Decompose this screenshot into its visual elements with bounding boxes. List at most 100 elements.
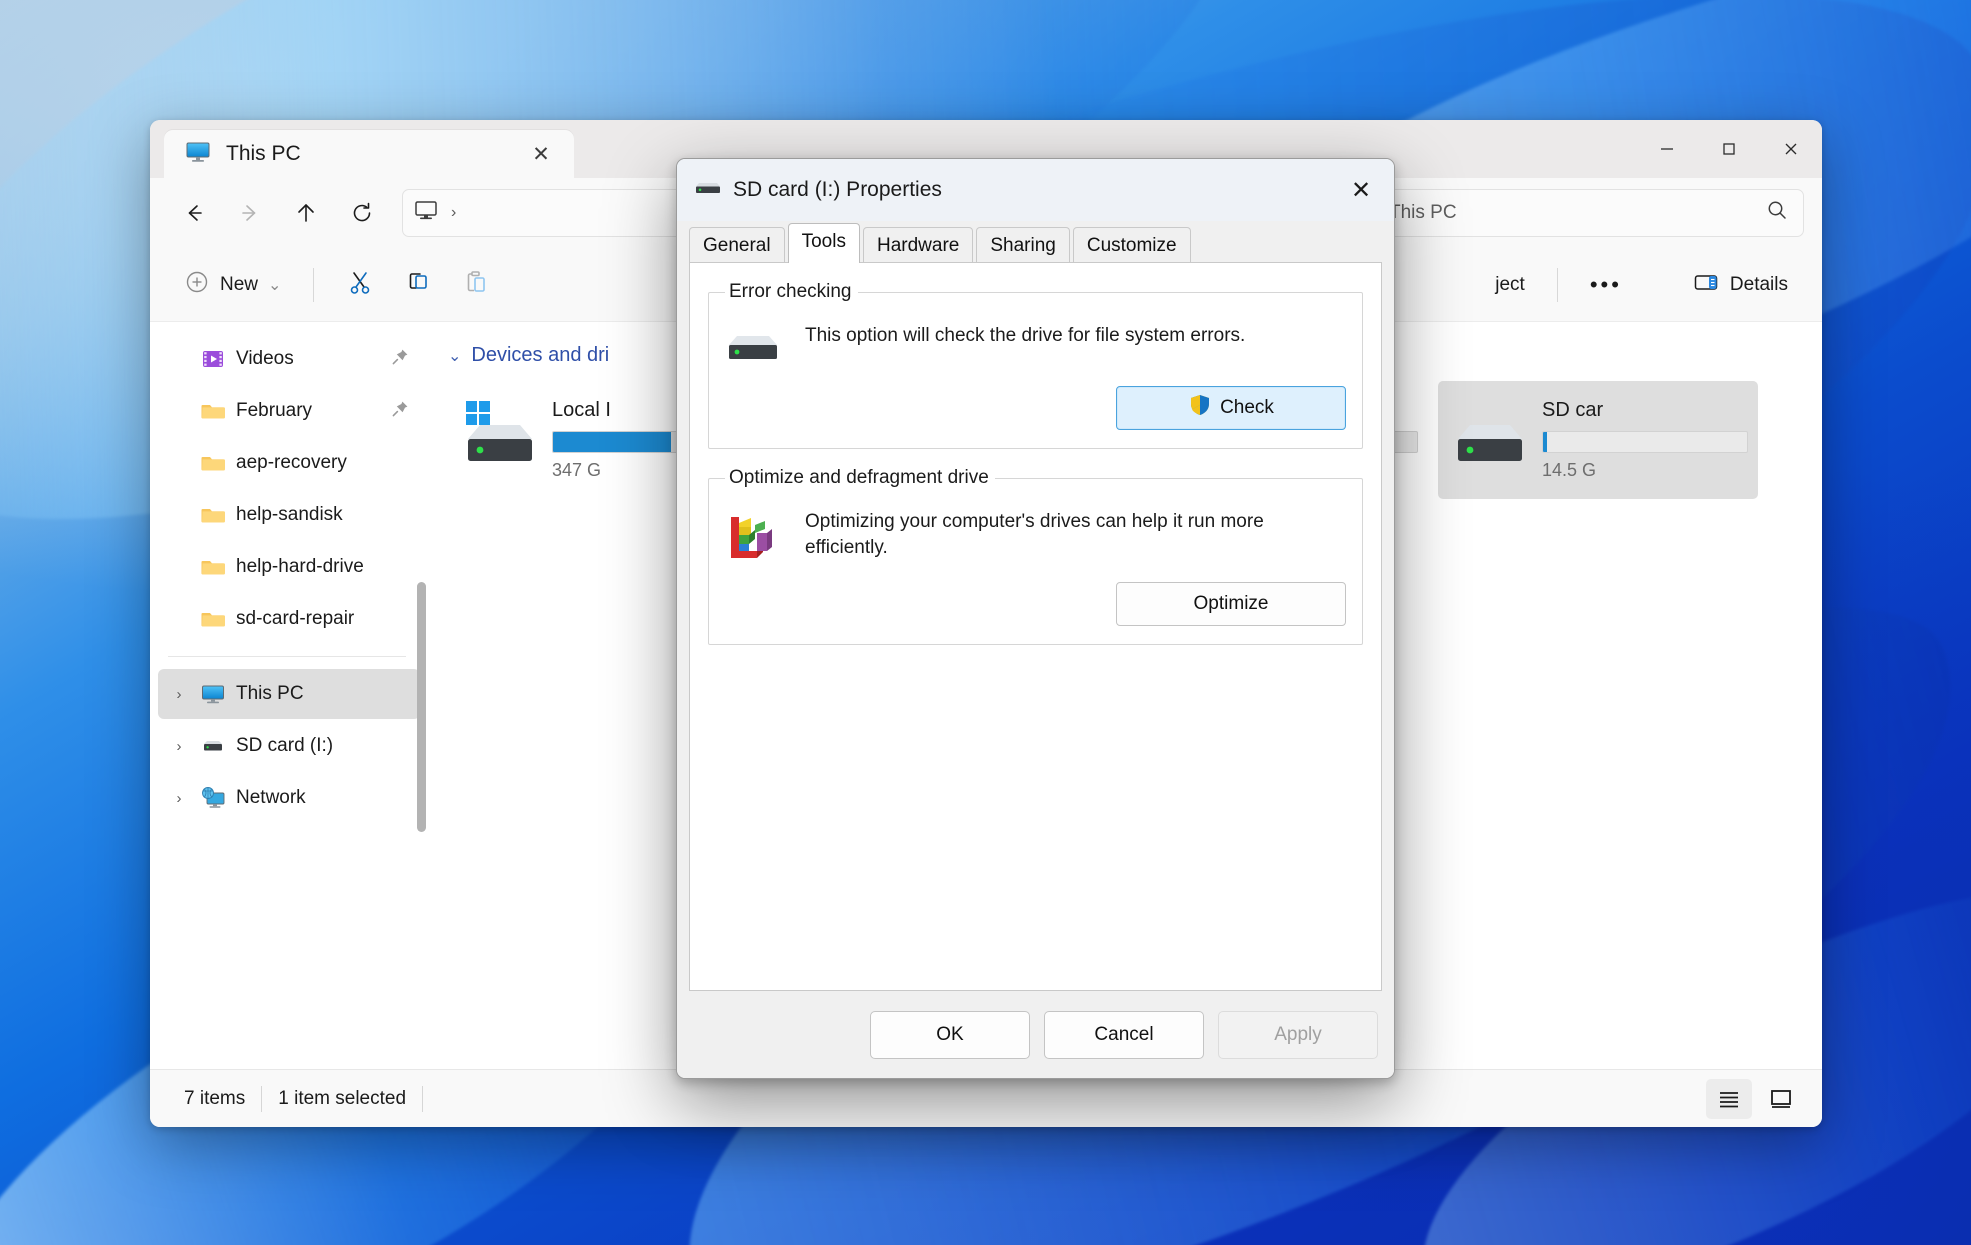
tab-close-button[interactable]: ✕ [524,137,558,171]
list-view-button[interactable] [1706,1078,1752,1119]
sidebar-item-label: Videos [236,348,294,369]
tab-strip: This PC ✕ [150,120,574,178]
sidebar-item-label: help-hard-drive [236,556,364,577]
sidebar-item-network[interactable]: › Network [158,773,420,823]
ok-button[interactable]: OK [870,1011,1030,1059]
drive-tile-text: SD car 14.5 G [1542,399,1748,481]
back-button[interactable] [168,187,220,239]
paste-button[interactable] [450,259,502,311]
minimize-button[interactable] [1636,120,1698,178]
drive-name: SD car [1542,399,1604,421]
sidebar-item-label: SD card (I:) [236,735,334,756]
drive-icon [200,733,226,759]
videos-icon [200,346,226,372]
ellipsis-icon: ••• [1589,271,1622,297]
tools-tab-panel: Error checking This option will check th… [689,262,1382,991]
maximize-button[interactable] [1698,120,1760,178]
breadcrumb-this-pc-icon [413,197,439,229]
drive-properties-dialog: SD card (I:) Properties ✕ General Tools … [676,158,1395,1079]
search-input[interactable]: This PC [1374,189,1804,237]
sidebar-item-sd-card[interactable]: › SD card (I:) [158,721,420,771]
sidebar-item-february[interactable]: February [158,386,420,436]
view-details-button[interactable]: Details [1680,259,1800,311]
tiles-view-button[interactable] [1758,1079,1804,1119]
sidebar-item-videos[interactable]: Videos [158,334,420,384]
optimize-group: Optimize and defragment drive Optimizing… [708,467,1363,645]
breadcrumb-chevron-icon: › [451,204,457,221]
tab-this-pc[interactable]: This PC ✕ [164,130,574,178]
status-divider [422,1085,424,1112]
drive-free-space: 14.5 G [1542,460,1597,480]
chevron-down-icon: ⌄ [268,276,282,294]
refresh-button[interactable] [336,187,388,239]
this-pc-monitor-icon [200,681,226,707]
search-icon[interactable] [1765,198,1789,228]
tab-sharing[interactable]: Sharing [976,227,1070,265]
folder-icon [200,398,226,424]
sidebar-item-label: help-sandisk [236,504,343,525]
check-button[interactable]: Check [1116,386,1346,430]
sidebar-item-label: This PC [236,683,304,704]
up-button[interactable] [280,187,332,239]
folder-icon [200,606,226,632]
tab-customize[interactable]: Customize [1072,227,1191,265]
tab-hardware[interactable]: Hardware [862,227,974,265]
pin-icon[interactable] [390,399,410,424]
cancel-button[interactable]: Cancel [1044,1011,1204,1059]
apply-button[interactable]: Apply [1218,1011,1378,1059]
chevron-down-icon: ⌄ [448,347,462,365]
sidebar-divider [168,656,406,657]
drive-tile-sd-card[interactable]: SD car 14.5 G [1438,381,1758,499]
error-checking-description: This option will check the drive for fil… [805,325,1246,346]
toolbar-divider [1556,267,1558,302]
optimize-button-label: Optimize [1193,593,1269,614]
drive-icon [1448,399,1526,482]
forward-button[interactable] [224,187,276,239]
eject-button-label: ject [1495,273,1525,295]
drive-usage-bar [1542,431,1748,453]
cut-button[interactable] [334,259,386,311]
drive-icon [695,180,721,201]
defrag-blocks-icon [725,503,787,566]
scissors-icon [346,268,374,302]
sidebar-item-label: February [236,400,313,421]
sidebar-item-help-sandisk[interactable]: help-sandisk [158,490,420,540]
error-checking-group: Error checking This option will check th… [708,281,1363,449]
dialog-close-button[interactable]: ✕ [1336,168,1386,212]
tab-tools[interactable]: Tools [787,223,860,263]
toolbar-divider [313,267,315,302]
pin-icon[interactable] [390,347,410,372]
group-label: Devices and dri [471,344,610,366]
sidebar-chevron[interactable]: › [168,686,190,703]
plus-circle-icon [184,269,210,301]
dialog-tabs: General Tools Hardware Sharing Customize [677,221,1394,265]
details-pane-icon [1692,268,1720,302]
new-button[interactable]: New ⌄ [172,259,293,311]
navigation-pane: Videos February aep-recovery help-sandis… [150,322,430,1069]
sidebar-item-help-hard-drive[interactable]: help-hard-drive [158,542,420,592]
tab-general[interactable]: General [689,227,785,265]
sidebar-item-aep-recovery[interactable]: aep-recovery [158,438,420,488]
sidebar-item-sd-card-repair[interactable]: sd-card-repair [158,594,420,644]
network-icon [200,785,226,811]
eject-button[interactable]: ject [1483,259,1537,311]
sidebar-chevron[interactable]: › [168,738,190,755]
sidebar-chevron[interactable]: › [168,790,190,807]
optimize-description: Optimizing your computer's drives can he… [805,511,1264,559]
folder-icon [200,502,226,528]
sidebar-item-this-pc[interactable]: › This PC [158,669,420,719]
overflow-menu-button[interactable]: ••• [1578,259,1634,311]
copy-button[interactable] [392,259,444,311]
optimize-button[interactable]: Optimize [1116,582,1346,626]
search-placeholder: This PC [1389,202,1457,223]
error-checking-row: This option will check the drive for fil… [725,317,1346,370]
sidebar-scrollbar[interactable] [417,582,426,832]
close-button[interactable] [1760,120,1822,178]
check-button-label: Check [1220,397,1274,418]
sidebar-item-label: Network [236,787,306,808]
status-item-count: 7 items [184,1087,246,1109]
folder-icon [200,450,226,476]
tab-label: This PC [226,142,301,165]
sidebar-item-label: aep-recovery [236,452,347,473]
optimize-button-row: Optimize [725,582,1346,626]
